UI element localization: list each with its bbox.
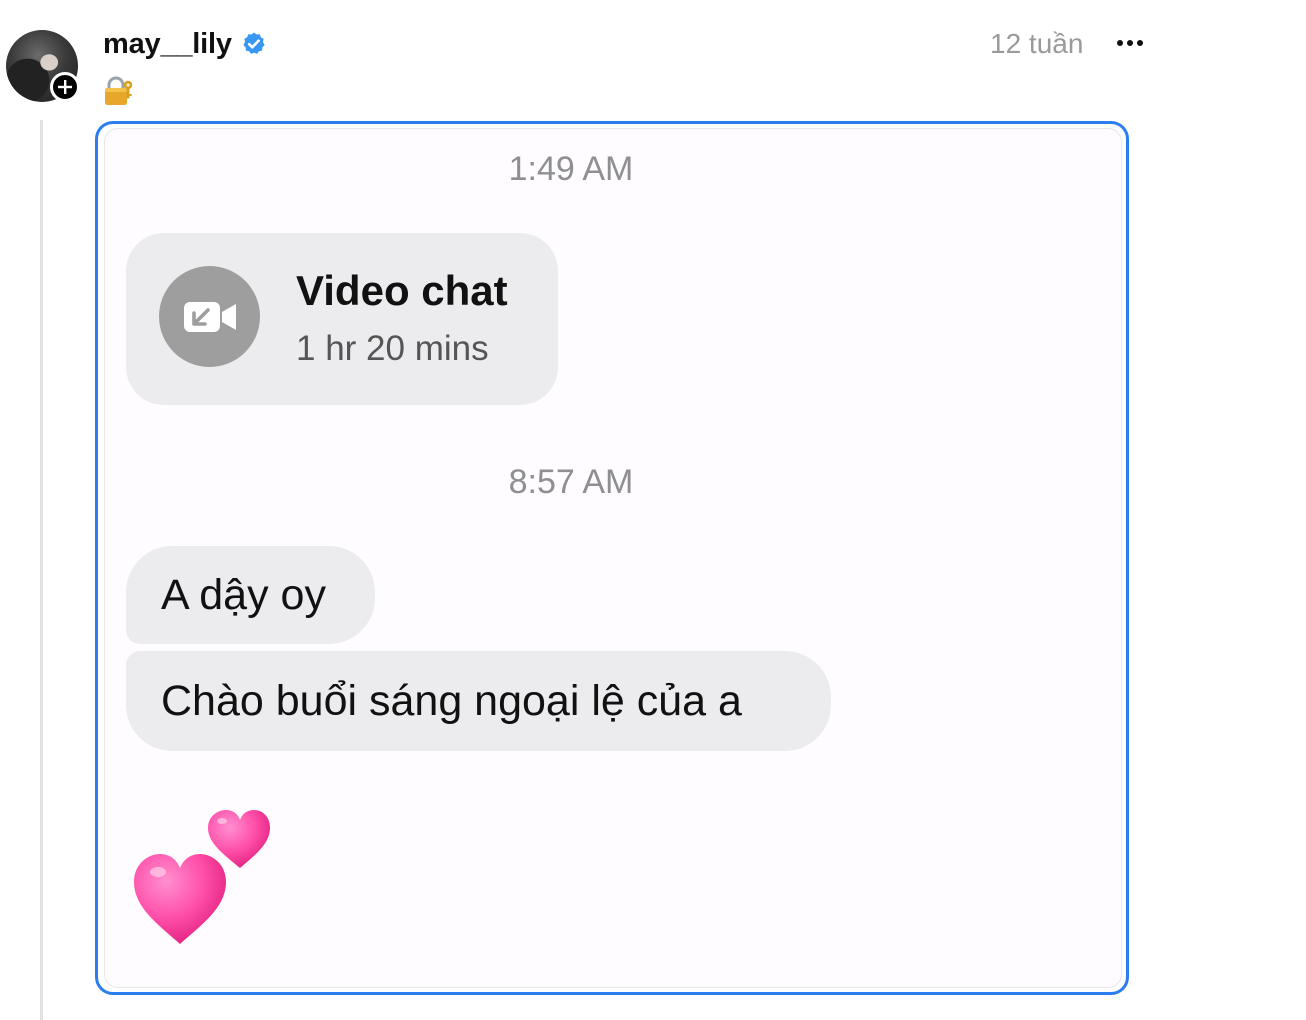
message-bubble: A dậy oy — [126, 546, 375, 644]
message-text: Chào buổi sáng ngoại lệ của a — [161, 676, 742, 725]
post-timestamp: 12 tuần — [990, 28, 1084, 59]
locked-with-key-icon — [105, 76, 133, 105]
chat-timestamp: 8:57 AM — [508, 463, 634, 501]
chat-timestamp: 1:49 AM — [508, 150, 634, 188]
threads-post: may__lily 12 tuần 1:49 AM Video chat 1 h… — [0, 0, 1306, 1020]
more-options-icon[interactable] — [1112, 28, 1148, 58]
thread-line — [40, 120, 43, 1020]
call-duration: 1 hr 20 mins — [296, 329, 489, 368]
video-camera-icon — [159, 266, 260, 367]
username[interactable]: may__lily — [103, 24, 232, 64]
message-text: A dậy oy — [161, 570, 326, 619]
two-hearts-icon — [134, 810, 270, 944]
message-bubble: Chào buổi sáng ngoại lệ của a — [126, 651, 831, 751]
follow-plus-icon[interactable] — [50, 72, 80, 102]
verified-badge-icon — [243, 32, 265, 54]
call-title: Video chat — [296, 267, 508, 314]
